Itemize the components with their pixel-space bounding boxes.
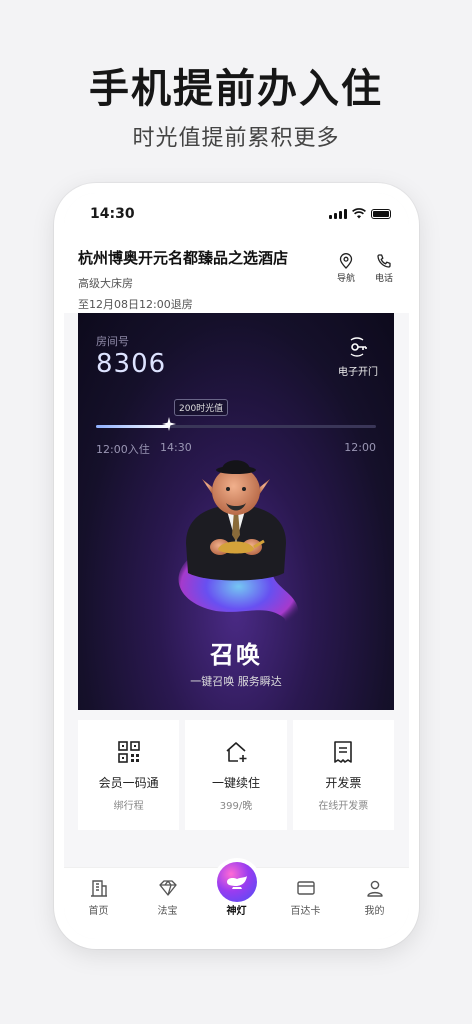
membership-qr-title: 会员一码通 [98,776,159,790]
hotel-actions: 导航 电话 [333,253,397,284]
card-icon [296,881,315,895]
location-pin-icon [339,253,353,269]
membership-qr-sub: 绑行程 [113,801,144,812]
stay-timeline [96,425,376,428]
receipt-icon [334,741,353,763]
room-number: 8306 [96,349,167,379]
bottom-tab-bar: 首页 法宝 神灯 百达卡 我的 [64,862,409,939]
hotel-header: 杭州博奥开元名都臻品之选酒店 高级大床房 至12月08日12:00退房 导航 电… [64,233,409,313]
tab-card-label: 百达卡 [290,906,321,917]
status-time: 14:30 [90,206,135,222]
wifi-icon [352,208,366,219]
house-plus-icon [226,742,247,762]
tab-magic-lamp[interactable]: 神灯 [202,862,271,939]
invoice-title: 开发票 [325,776,362,790]
building-icon [90,880,107,897]
user-icon [366,880,383,897]
invoice-button[interactable]: 开发票 在线开发票 [292,720,394,830]
room-number-label: 房间号 [96,335,129,348]
magic-lamp-icon [216,862,257,902]
status-bar: 14:30 [64,193,409,233]
electronic-door-label: 电子开门 [338,367,378,378]
phone-frame: 14:30 杭州博奥开元名都臻品之选酒店 高级大床房 至12月08日12:00退… [54,183,419,949]
phone-icon [377,254,391,268]
tab-card[interactable]: 百达卡 [271,868,340,939]
room-key-card: 房间号 8306 电子开门 200时光值 12:00入住 14:30 12:00… [78,313,394,710]
navigate-label: 导航 [336,274,355,284]
time-value-badge: 200时光值 [174,399,229,416]
tab-home[interactable]: 首页 [64,868,133,939]
app-screen: 14:30 杭州博奥开元名都臻品之选酒店 高级大床房 至12月08日12:00退… [64,193,409,939]
extend-stay-title: 一键续住 [211,776,260,790]
electronic-door-button[interactable]: 电子开门 [338,335,378,378]
tab-profile-label: 我的 [364,906,385,917]
diamond-icon [158,880,177,896]
signal-icon [329,208,347,219]
tab-treasure-label: 法宝 [157,906,178,917]
timeline-start: 12:00入住 [96,443,150,456]
membership-qr-button[interactable]: 会员一码通 绑行程 [78,720,180,830]
tab-profile[interactable]: 我的 [340,868,409,939]
promo-subtitle: 时光值提前累积更多 [132,126,340,151]
navigate-button[interactable]: 导航 [333,253,359,284]
tab-home-label: 首页 [88,906,109,917]
status-icons [329,208,391,219]
checkout-time: 至12月08日12:00退房 [78,298,193,311]
tab-magic-lamp-label: 神灯 [226,906,247,917]
tab-treasure[interactable]: 法宝 [133,868,202,939]
qr-code-icon [117,741,140,763]
nfc-key-icon [350,337,367,357]
promo-title: 手机提前办入住 [89,66,383,112]
call-label: 电话 [374,274,393,284]
genie-mascot[interactable] [156,443,316,653]
quick-actions: 会员一码通 绑行程 一键续住 399/晚 开发票 在线开发票 [78,720,394,830]
timeline-end: 12:00 [344,441,376,454]
call-button[interactable]: 电话 [371,253,397,284]
timeline-progress [96,425,169,428]
summon-subtitle: 一键召唤 服务瞬达 [190,675,282,688]
invoice-sub: 在线开发票 [318,801,369,812]
extend-stay-price: 399/晚 [219,801,253,812]
battery-icon [371,208,391,219]
extend-stay-button[interactable]: 一键续住 399/晚 [185,720,287,830]
summon-title[interactable]: 召唤 [78,635,394,670]
sparkle-icon [161,417,176,431]
